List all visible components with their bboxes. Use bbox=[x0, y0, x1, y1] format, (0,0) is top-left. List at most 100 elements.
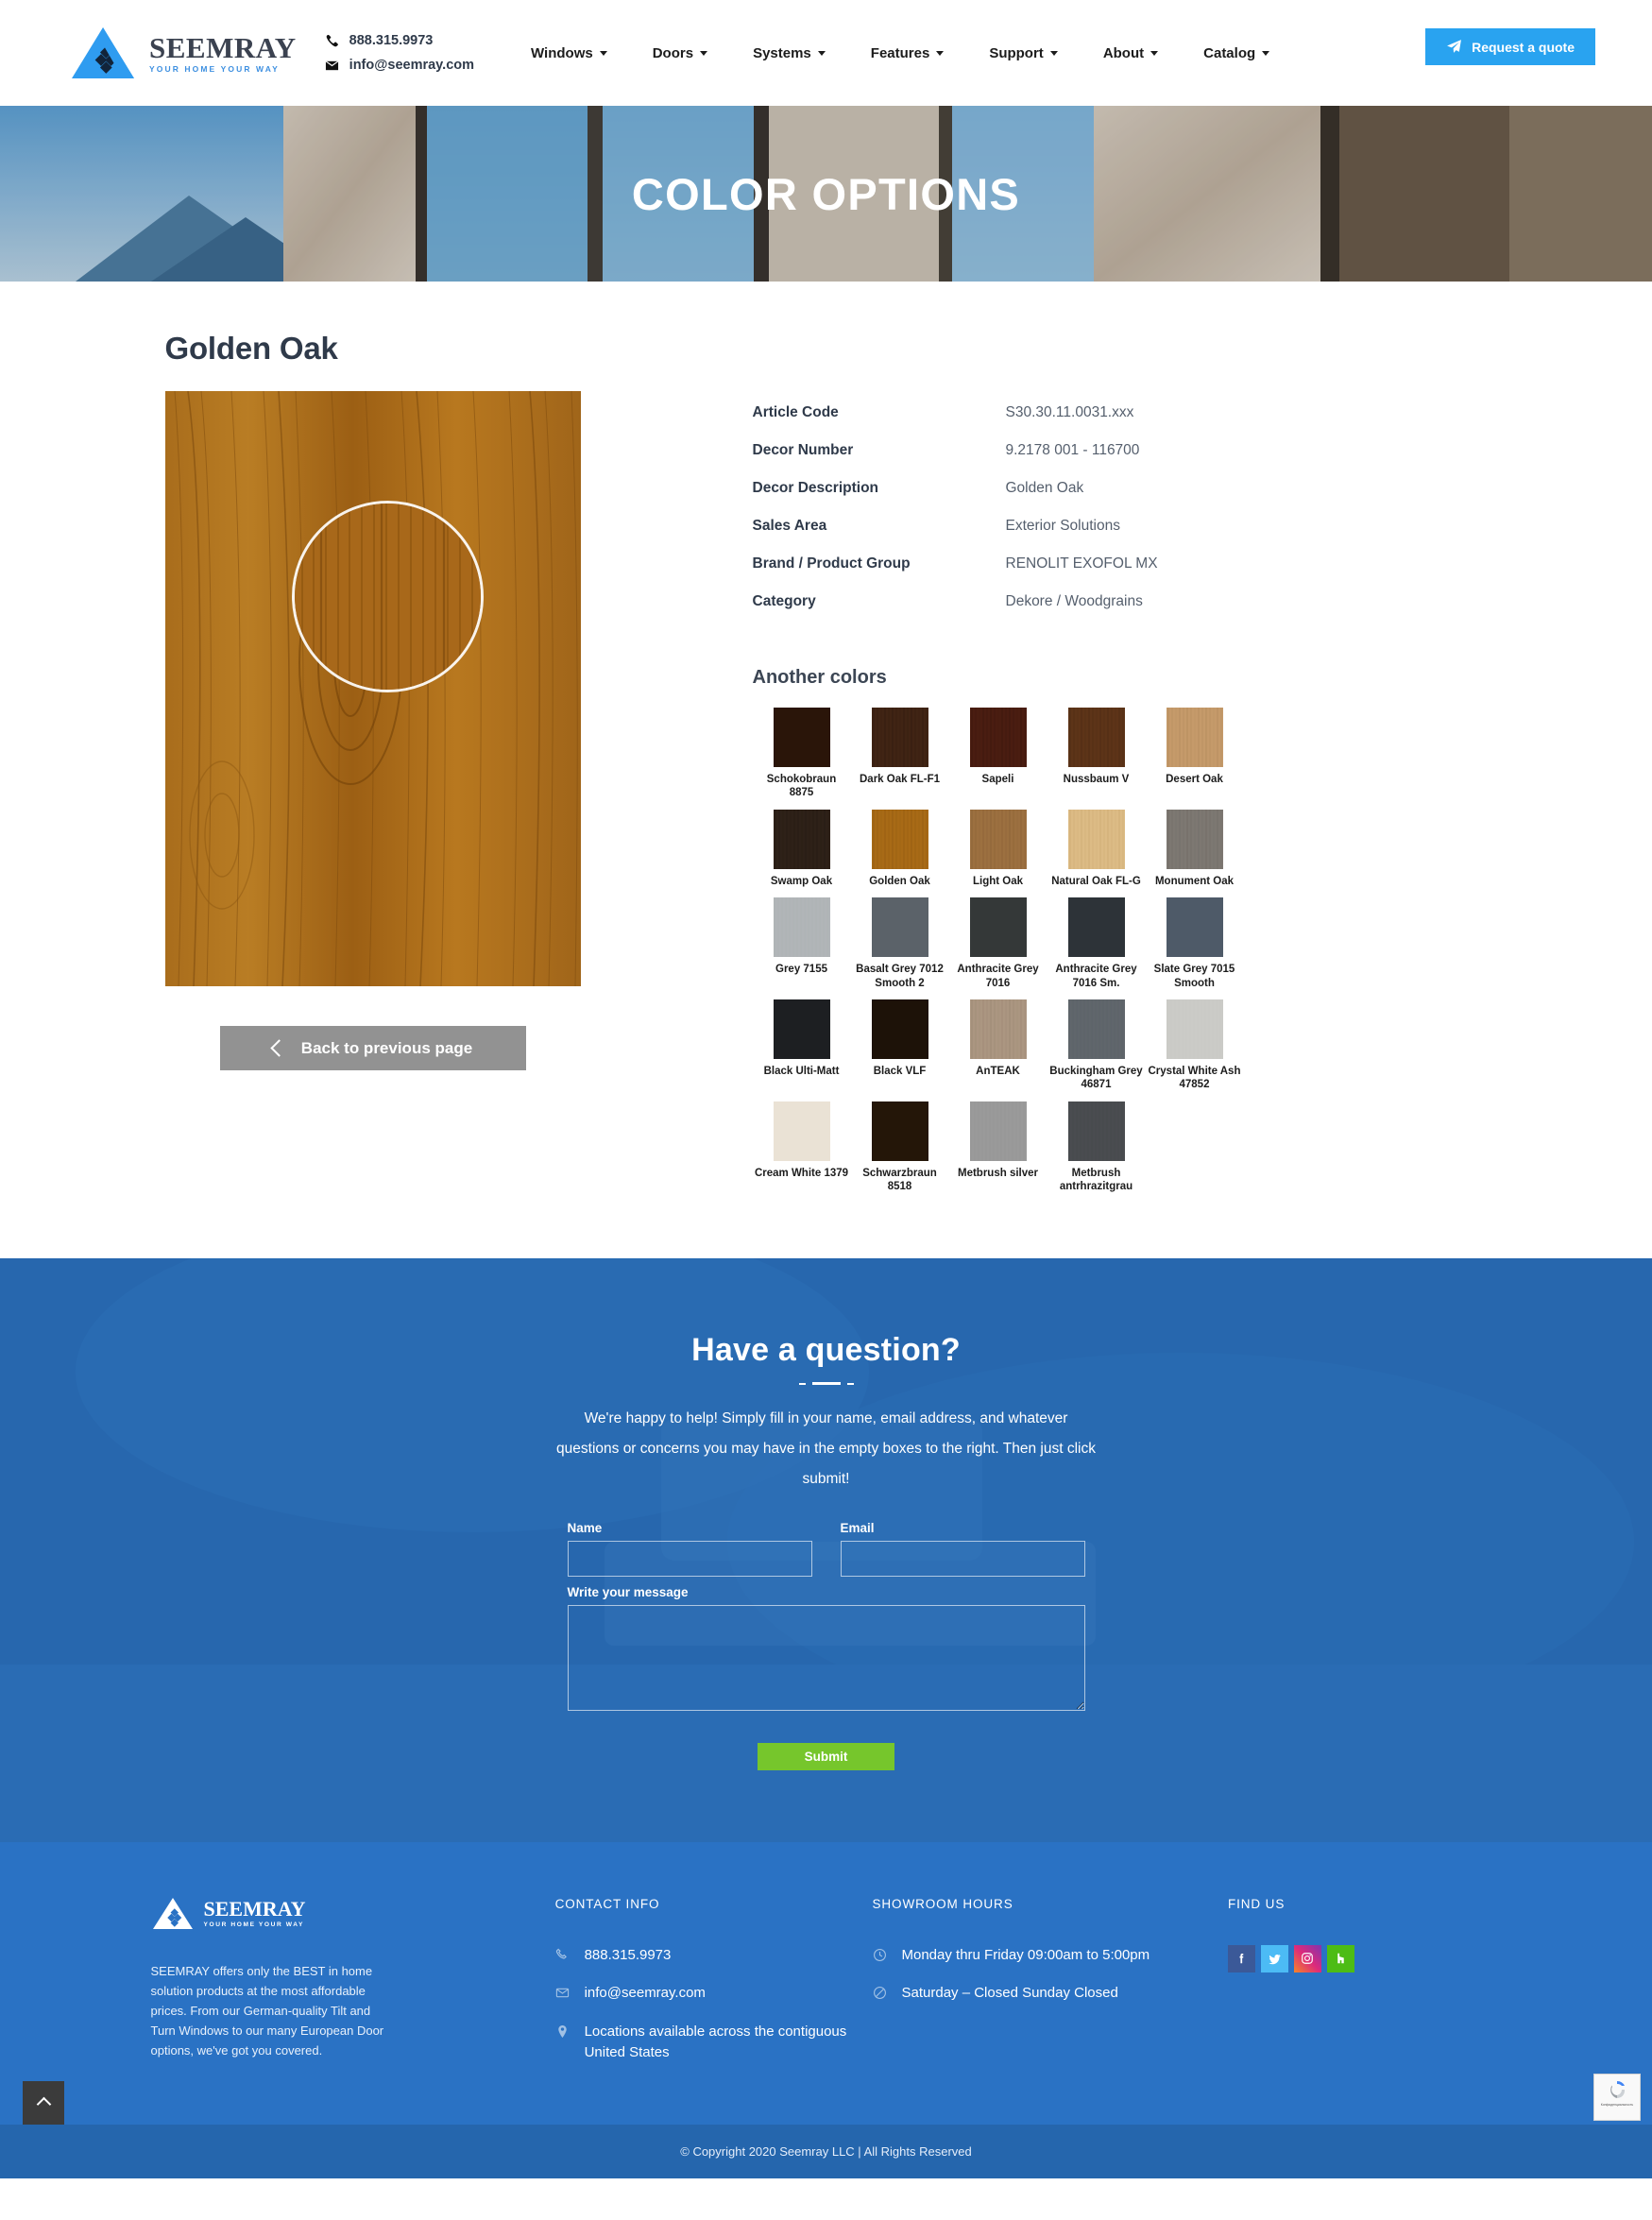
color-swatch[interactable]: Golden Oak bbox=[851, 809, 949, 888]
back-button-label: Back to previous page bbox=[300, 1038, 473, 1057]
swatch-label: AnTEAK bbox=[976, 1065, 1020, 1077]
color-swatch[interactable]: Schokobraun 8875 bbox=[753, 708, 851, 800]
nav-item-catalog[interactable]: Catalog bbox=[1181, 45, 1292, 61]
email-input[interactable] bbox=[840, 1540, 1085, 1577]
swatch-texture bbox=[1166, 999, 1223, 1059]
nav-label: Features bbox=[870, 44, 930, 61]
nav-item-doors[interactable]: Doors bbox=[630, 45, 730, 61]
color-swatch[interactable]: Metbrush antrhrazitgrau bbox=[1047, 1101, 1146, 1194]
swatch-label: Dark Oak FL-F1 bbox=[860, 774, 940, 785]
nav-label: Catalog bbox=[1203, 44, 1256, 61]
chevron-left-icon bbox=[270, 1039, 288, 1057]
swatch-chip bbox=[773, 999, 830, 1059]
houzz-icon[interactable] bbox=[1326, 1944, 1354, 1972]
swatch-texture bbox=[773, 897, 830, 958]
color-swatch[interactable]: Schwarzbraun 8518 bbox=[851, 1101, 949, 1194]
chevron-down-icon bbox=[817, 50, 826, 56]
swatch-texture bbox=[1166, 897, 1223, 958]
color-swatch[interactable]: Grey 7155 bbox=[753, 897, 851, 990]
recaptcha-badge[interactable]: Конфиденциальность bbox=[1593, 2073, 1641, 2121]
chevron-down-icon bbox=[599, 50, 607, 56]
spec-value: Golden Oak bbox=[1005, 480, 1084, 496]
color-swatch[interactable]: Slate Grey 7015 Smooth bbox=[1146, 897, 1244, 990]
footer-email-row[interactable]: info@seemray.com bbox=[555, 1983, 873, 2005]
swatch-label: Basalt Grey 7012 Smooth 2 bbox=[856, 964, 944, 989]
swatch-label: Monument Oak bbox=[1154, 875, 1235, 887]
color-swatch[interactable]: Nussbaum V bbox=[1047, 708, 1146, 800]
recaptcha-icon bbox=[1610, 2080, 1626, 2098]
contact-form: Name Email Write your message Submit bbox=[567, 1521, 1085, 1770]
swatch-chip bbox=[969, 1101, 1027, 1161]
swatch-label: Nussbaum V bbox=[1063, 774, 1130, 785]
submit-button[interactable]: Submit bbox=[758, 1742, 894, 1770]
swatch-texture bbox=[969, 999, 1027, 1059]
footer-logo-tagline: YOUR HOME YOUR WAY bbox=[203, 1921, 304, 1928]
color-swatch[interactable]: Natural Oak FL-G bbox=[1047, 809, 1146, 888]
hero-banner: COLOR OPTIONS bbox=[0, 106, 1652, 282]
facebook-icon[interactable] bbox=[1227, 1944, 1255, 1972]
swatch-chip bbox=[969, 999, 1027, 1059]
scroll-to-top-button[interactable] bbox=[23, 2080, 64, 2125]
color-swatch[interactable]: Cream White 1379 bbox=[753, 1101, 851, 1194]
color-swatch[interactable]: Black VLF bbox=[851, 999, 949, 1092]
site-logo[interactable]: SEEMRAY YOUR HOME YOUR WAY bbox=[68, 26, 297, 80]
color-swatch[interactable]: Basalt Grey 7012 Smooth 2 bbox=[851, 897, 949, 990]
color-swatch[interactable]: Anthracite Grey 7016 Sm. bbox=[1047, 897, 1146, 990]
swatch-texture bbox=[969, 708, 1027, 767]
email-field-wrapper: Email bbox=[840, 1521, 1085, 1577]
color-swatch[interactable]: Swamp Oak bbox=[753, 809, 851, 888]
message-textarea[interactable] bbox=[567, 1604, 1085, 1711]
spec-label: Brand / Product Group bbox=[752, 555, 911, 572]
nav-item-windows[interactable]: Windows bbox=[508, 45, 630, 61]
color-swatch[interactable]: Metbrush silver bbox=[949, 1101, 1047, 1194]
nav-label: Windows bbox=[531, 44, 593, 61]
nav-label: Doors bbox=[652, 44, 694, 61]
footer-weekday-hours-row: Monday thru Friday 09:00am to 5:00pm bbox=[873, 1945, 1228, 1967]
nav-item-support[interactable]: Support bbox=[966, 45, 1081, 61]
another-colors-heading: Another colors bbox=[752, 667, 887, 688]
swatch-texture bbox=[1067, 809, 1125, 869]
message-label: Write your message bbox=[567, 1584, 689, 1599]
nav-item-about[interactable]: About bbox=[1081, 45, 1181, 61]
color-swatch[interactable]: Anthracite Grey 7016 bbox=[949, 897, 1047, 990]
header-email-text: info@seemray.com bbox=[349, 58, 475, 73]
request-quote-button[interactable]: Request a quote bbox=[1425, 28, 1595, 65]
spec-value: Exterior Solutions bbox=[1005, 518, 1120, 534]
product-title: Golden Oak bbox=[164, 331, 338, 366]
color-swatch[interactable]: Buckingham Grey 46871 bbox=[1047, 999, 1146, 1092]
swatch-chip bbox=[1166, 897, 1223, 958]
swatch-label: Anthracite Grey 7016 Sm. bbox=[1055, 964, 1137, 989]
color-swatch[interactable]: Desert Oak bbox=[1146, 708, 1244, 800]
name-input[interactable] bbox=[567, 1540, 812, 1577]
color-swatch[interactable]: Black Ulti-Matt bbox=[753, 999, 851, 1092]
swatch-chip bbox=[1067, 1101, 1125, 1161]
footer-hours-heading: SHOWROOM HOURS bbox=[872, 1896, 1013, 1911]
footer-hours-column: SHOWROOM HOURS Monday thru Friday 09:00a… bbox=[873, 1897, 1228, 2081]
footer-weekday-hours-text: Monday thru Friday 09:00am to 5:00pm bbox=[901, 1946, 1150, 1963]
envelope-icon bbox=[555, 1988, 569, 1998]
swatch-chip bbox=[773, 809, 830, 869]
color-swatch[interactable]: Light Oak bbox=[949, 809, 1047, 888]
copyright-bar: © Copyright 2020 Seemray LLC | All Right… bbox=[0, 2073, 1652, 2178]
twitter-icon[interactable] bbox=[1260, 1944, 1288, 1972]
swatch-texture bbox=[773, 999, 830, 1059]
divider bbox=[0, 1382, 1652, 1386]
nav-item-features[interactable]: Features bbox=[848, 45, 967, 61]
color-swatch[interactable]: AnTEAK bbox=[949, 999, 1047, 1092]
back-to-previous-page-button[interactable]: Back to previous page bbox=[219, 1026, 526, 1070]
footer-about-column: SEEMRAY YOUR HOME YOUR WAY SEEMRAY offer… bbox=[151, 1897, 516, 2081]
header-email[interactable]: info@seemray.com bbox=[325, 58, 474, 73]
nav-item-systems[interactable]: Systems bbox=[730, 45, 848, 61]
color-swatch[interactable]: Crystal White Ash 47852 bbox=[1146, 999, 1244, 1092]
color-swatch[interactable]: Dark Oak FL-F1 bbox=[851, 708, 949, 800]
instagram-icon[interactable] bbox=[1293, 1944, 1321, 1972]
footer-logo[interactable]: SEEMRAY YOUR HOME YOUR WAY bbox=[151, 1897, 516, 1931]
paper-plane-icon bbox=[1447, 40, 1462, 53]
footer-weekend-hours-text: Saturday – Closed Sunday Closed bbox=[901, 1985, 1118, 2002]
swatch-texture bbox=[773, 708, 830, 767]
color-swatch[interactable]: Monument Oak bbox=[1146, 809, 1244, 888]
footer-phone-row[interactable]: 888.315.9973 bbox=[555, 1945, 873, 1967]
header-phone[interactable]: 888.315.9973 bbox=[325, 33, 474, 48]
copyright-text: © Copyright 2020 Seemray LLC | All Right… bbox=[680, 2143, 972, 2159]
color-swatch[interactable]: Sapeli bbox=[949, 708, 1047, 800]
